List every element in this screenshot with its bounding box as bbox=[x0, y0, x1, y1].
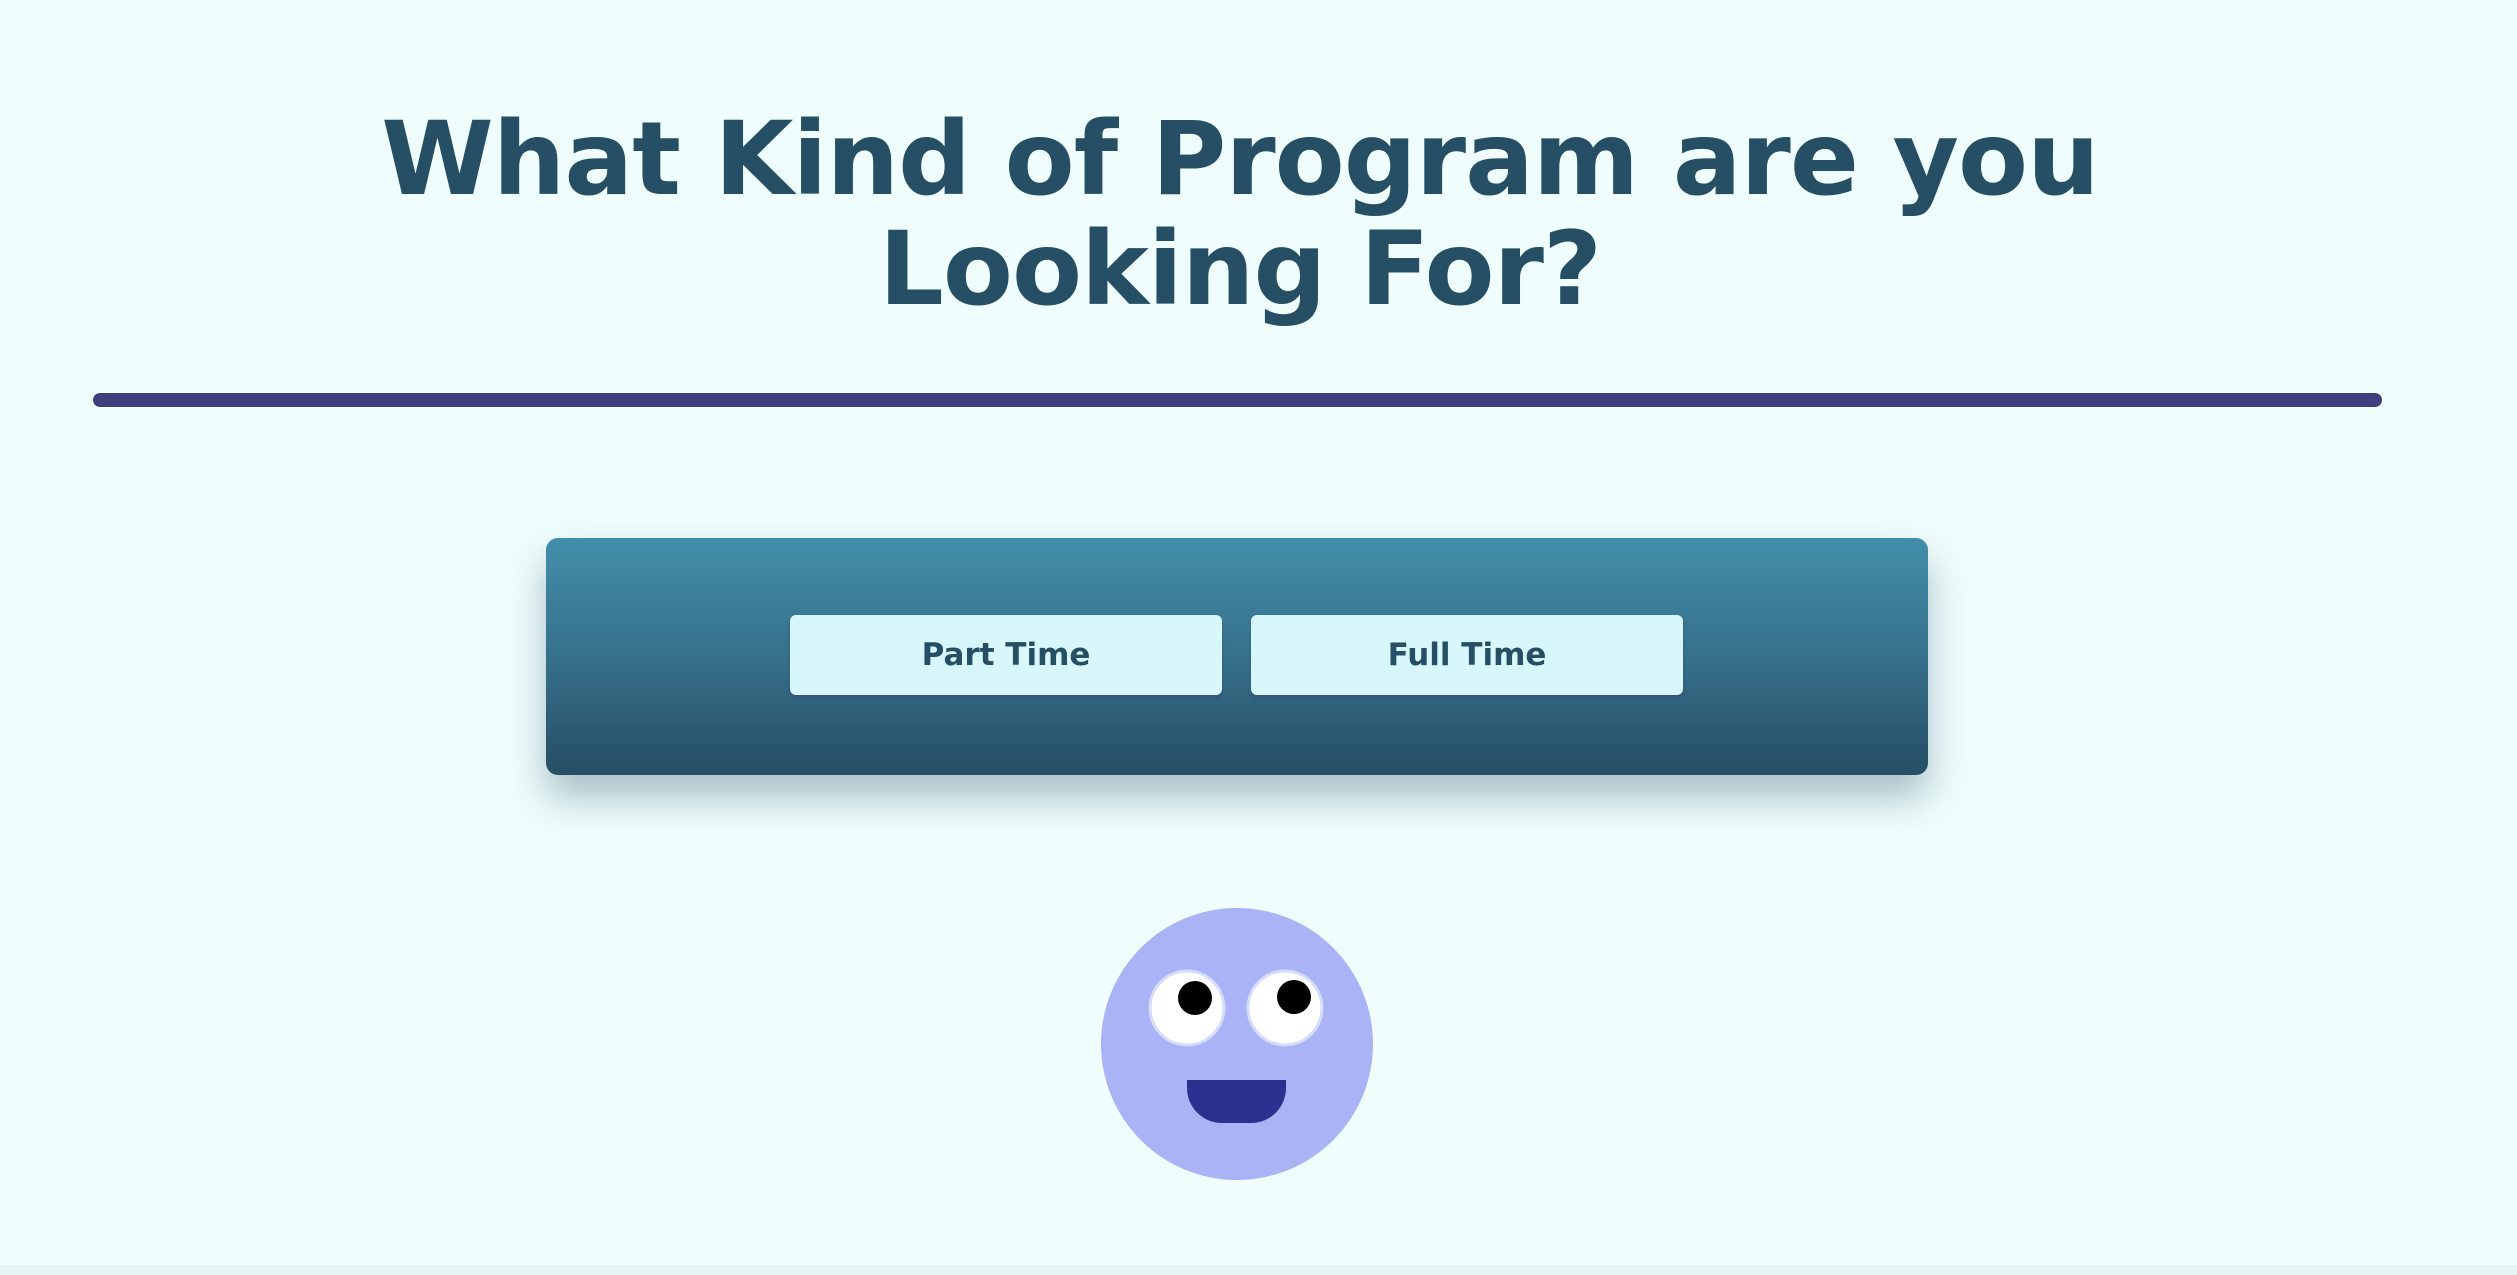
mascot-mouth bbox=[1187, 1080, 1286, 1123]
mascot-right-pupil bbox=[1277, 980, 1311, 1014]
page-footer-strip bbox=[0, 1265, 2517, 1275]
page: What Kind of Program are you Looking For… bbox=[0, 0, 2517, 1275]
smiley-face-icon bbox=[1101, 908, 1373, 1180]
full-time-button[interactable]: Full Time bbox=[1251, 615, 1683, 695]
part-time-button[interactable]: Part Time bbox=[790, 615, 1222, 695]
mascot-face bbox=[1101, 908, 1373, 1180]
page-title: What Kind of Program are you Looking For… bbox=[381, 100, 2099, 329]
title-divider bbox=[93, 393, 2382, 407]
program-type-panel: Part Time Full Time bbox=[546, 538, 1928, 775]
mascot-left-pupil bbox=[1178, 981, 1212, 1015]
